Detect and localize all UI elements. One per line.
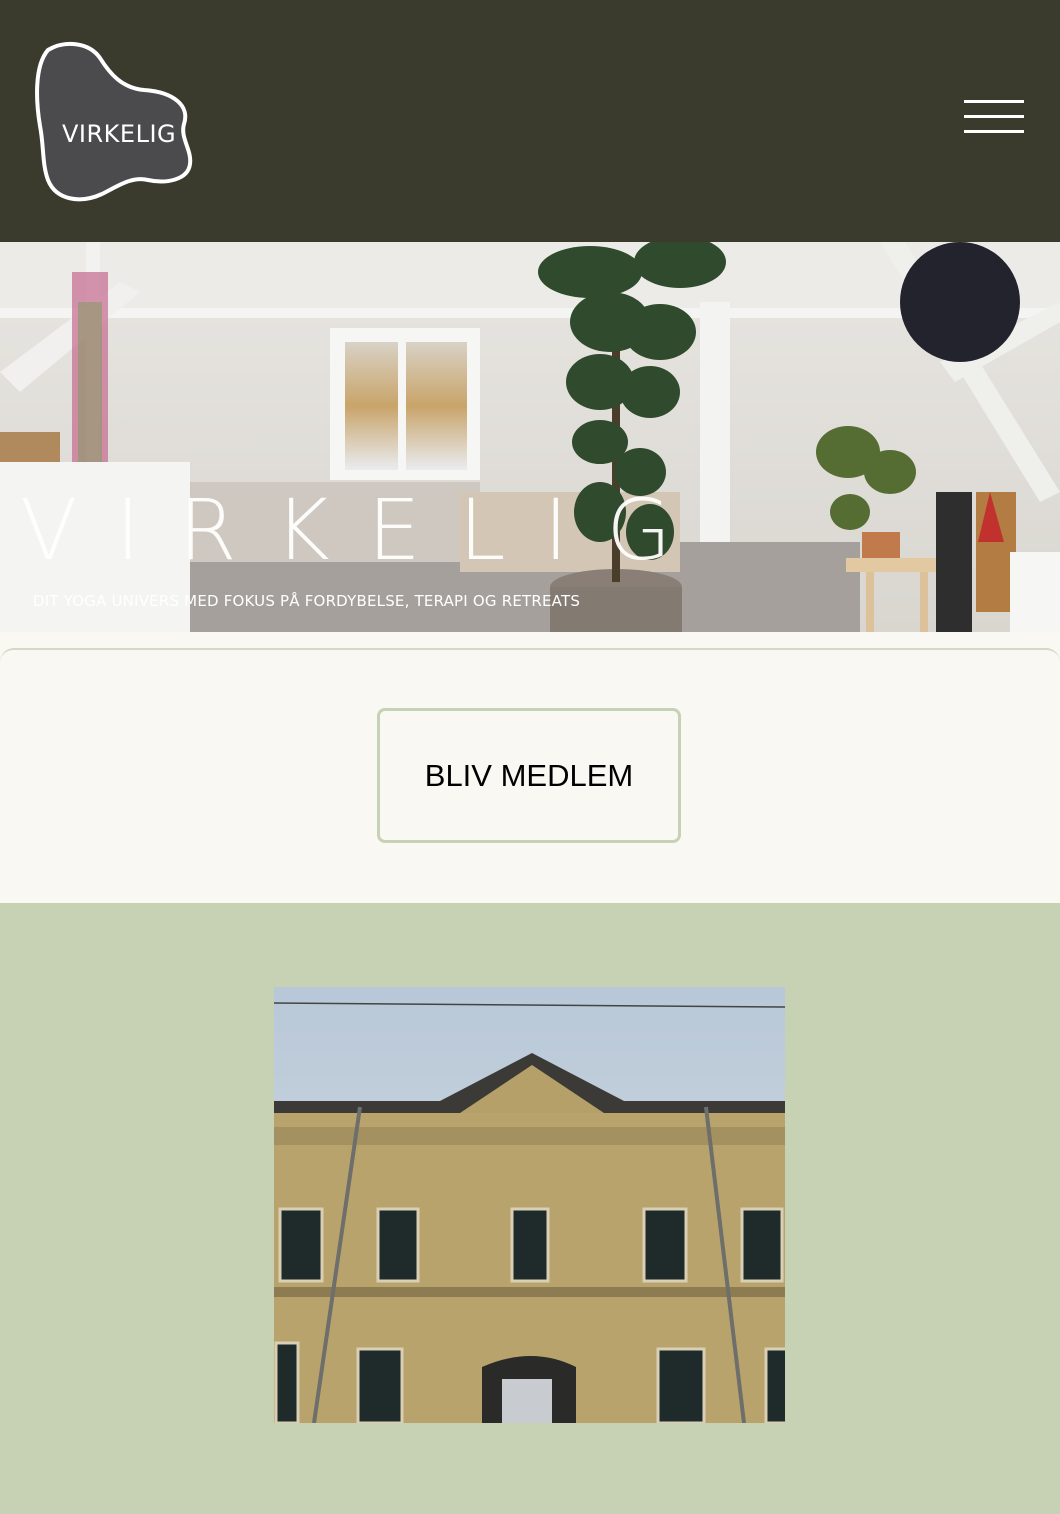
- site-header: VIRKELIG: [0, 0, 1060, 242]
- cta-section: BLIV MEDLEM: [0, 632, 1060, 903]
- hamburger-menu-icon[interactable]: [962, 100, 1026, 136]
- image-section: [0, 903, 1060, 1514]
- section-divider: [0, 648, 1060, 668]
- hero-image: VIRKELIG DIT YOGA UNIVERS MED FOKUS PÅ F…: [0, 242, 1060, 632]
- logo-text: VIRKELIG: [62, 120, 177, 148]
- hero-title: VIRKELIG: [20, 481, 710, 579]
- building-image: [274, 987, 785, 1423]
- logo[interactable]: VIRKELIG: [34, 40, 196, 204]
- hero-subtitle: DIT YOGA UNIVERS MED FOKUS PÅ FORDYBELSE…: [33, 592, 581, 610]
- building-photo: [274, 987, 785, 1423]
- become-member-button[interactable]: BLIV MEDLEM: [377, 708, 681, 843]
